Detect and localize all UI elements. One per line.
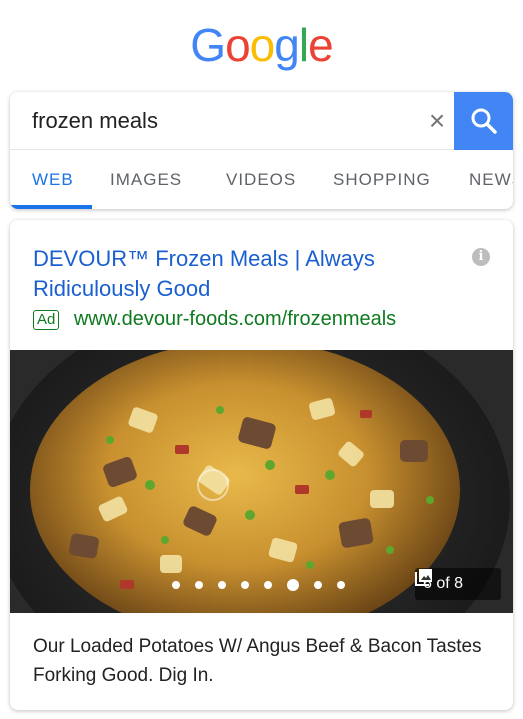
tab-images[interactable]: IMAGES: [110, 150, 182, 209]
tab-news[interactable]: NEWS: [469, 150, 513, 209]
ad-url-line: Ad www.devour-foods.com/frozenmeals: [33, 308, 396, 332]
logo-letter: o: [225, 19, 251, 71]
gallery-icon: [415, 569, 432, 586]
carousel-dots: [172, 576, 360, 591]
search-row: ×: [10, 92, 513, 150]
logo-letter: G: [190, 19, 226, 71]
search-input[interactable]: [32, 104, 402, 138]
search-card: × WEB IMAGES VIDEOS SHOPPING NEWS: [10, 92, 513, 209]
clear-button[interactable]: ×: [422, 106, 452, 136]
carousel-dot[interactable]: [241, 580, 249, 589]
info-icon[interactable]: i: [472, 248, 490, 266]
logo-letter: l: [298, 19, 309, 71]
carousel-dot[interactable]: [172, 580, 180, 589]
carousel-dot-active[interactable]: [287, 578, 299, 591]
logo-letter: g: [274, 19, 300, 71]
ad-title-link[interactable]: DEVOUR™ Frozen Meals | Always Ridiculous…: [33, 244, 453, 304]
image-counter: 6 of 8: [415, 568, 501, 600]
ad-badge: Ad: [33, 309, 60, 330]
active-tab-indicator: [10, 205, 92, 209]
close-icon: ×: [428, 105, 446, 136]
tab-shopping[interactable]: SHOPPING: [333, 150, 431, 209]
ad-result-card: DEVOUR™ Frozen Meals | Always Ridiculous…: [10, 220, 513, 710]
ad-description: Our Loaded Potatoes W/ Angus Beef & Baco…: [33, 636, 482, 686]
carousel-dot[interactable]: [264, 580, 272, 589]
ad-display-url[interactable]: www.devour-foods.com/frozenmeals: [74, 308, 396, 331]
carousel-dot[interactable]: [218, 580, 226, 589]
tab-web[interactable]: WEB: [32, 150, 74, 209]
carousel-dot[interactable]: [195, 580, 203, 589]
carousel-dot[interactable]: [337, 580, 345, 589]
search-icon: [471, 108, 497, 134]
logo-letter: o: [249, 19, 276, 71]
search-tabs: WEB IMAGES VIDEOS SHOPPING NEWS: [10, 150, 513, 209]
google-logo: Google: [0, 18, 523, 72]
carousel-dot[interactable]: [314, 580, 322, 589]
image-carousel[interactable]: 6 of 8: [10, 350, 513, 613]
tab-videos[interactable]: VIDEOS: [226, 150, 296, 209]
logo-letter: e: [308, 19, 334, 71]
search-button[interactable]: [454, 92, 513, 150]
